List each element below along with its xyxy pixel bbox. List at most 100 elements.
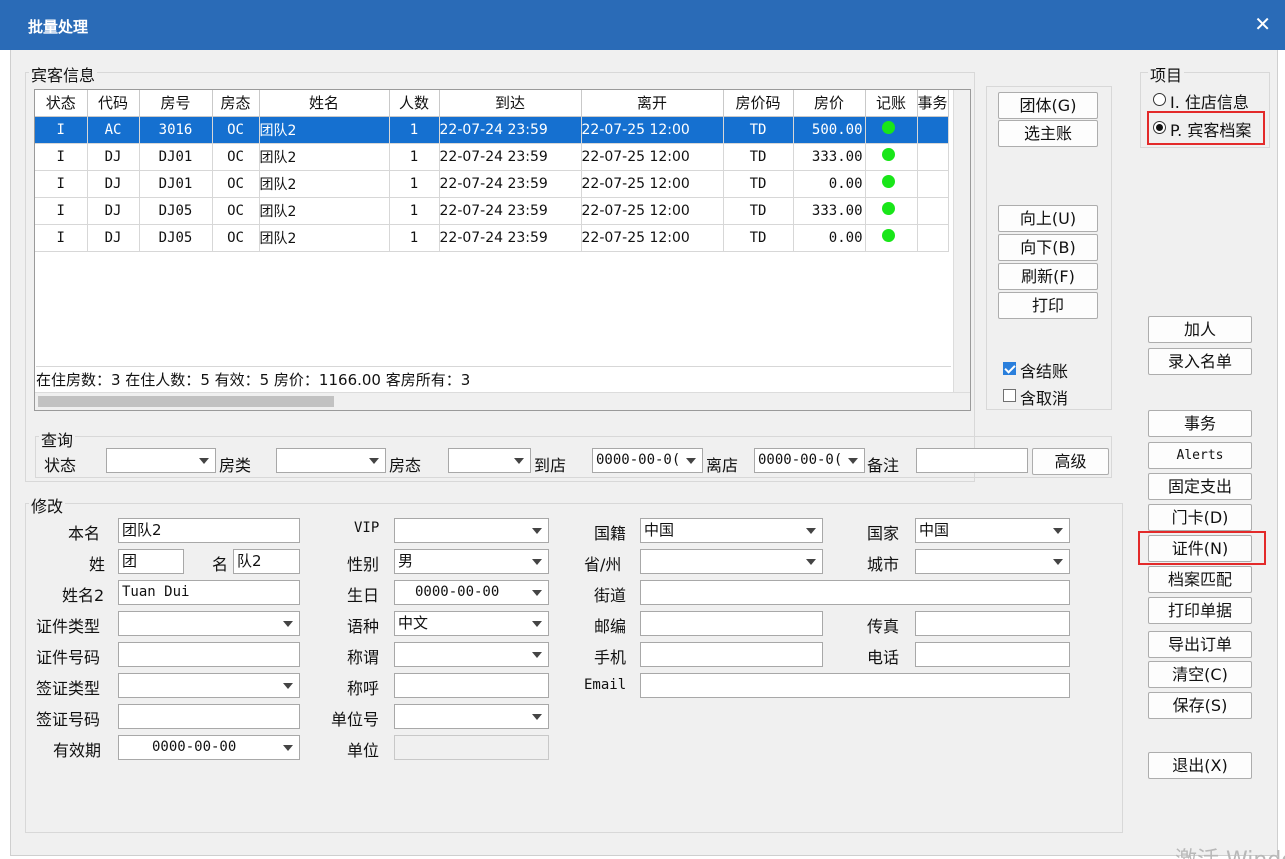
cell-depart: 22-07-25 12:00 (581, 224, 724, 252)
surname-input[interactable]: 团 (118, 549, 184, 574)
zip-input[interactable] (640, 611, 823, 636)
refresh-button[interactable]: 刷新(F) (998, 263, 1098, 290)
column-header[interactable]: 房价码 (723, 90, 794, 117)
query-arrive-date[interactable]: 0000-00-0( (592, 448, 703, 473)
affairs-button[interactable]: 事务 (1148, 410, 1252, 437)
cell-room-status: OC (212, 116, 260, 144)
column-header[interactable]: 代码 (87, 90, 140, 117)
guest-table[interactable]: 状态 代码 房号 房态 姓名 人数 到达 离开 房价码 房价 记账 事务 I AC 3016 OC 团队2 1 2… (34, 89, 971, 411)
email-input[interactable] (640, 673, 1070, 698)
street-input[interactable] (640, 580, 1070, 605)
column-header[interactable]: 房价 (793, 90, 866, 117)
vip-select[interactable] (394, 518, 549, 543)
column-header[interactable]: 状态 (35, 90, 88, 117)
move-down-button[interactable]: 向下(B) (998, 234, 1098, 261)
country-select[interactable]: 中国 (915, 518, 1070, 543)
include-checkout-label: 含结账 (1020, 362, 1069, 381)
table-row[interactable]: I DJ DJ01 OC 团队2 1 22-07-24 23:59 22-07-25 12:0… (35, 143, 949, 171)
column-header[interactable]: 到达 (439, 90, 582, 117)
gender-select[interactable]: 男 (394, 549, 549, 574)
advanced-button[interactable]: 高级 (1032, 448, 1109, 475)
chevron-down-icon (283, 683, 293, 689)
cell-posting (865, 197, 918, 225)
city-select[interactable] (915, 549, 1070, 574)
include-checkout-checkbox[interactable] (1003, 362, 1016, 375)
query-depart-date[interactable]: 0000-00-0( (754, 448, 865, 473)
include-cancel-checkbox[interactable] (1003, 389, 1016, 402)
column-header[interactable]: 记账 (865, 90, 918, 117)
name-label: 本名 (68, 524, 101, 543)
query-room-type-select[interactable] (276, 448, 386, 473)
name-input[interactable]: 团队2 (118, 518, 300, 543)
query-status-select[interactable] (106, 448, 216, 473)
export-order-button[interactable]: 导出订单 (1148, 631, 1252, 658)
query-room-status-label: 房态 (389, 456, 422, 475)
cell-rate-code: TD (723, 197, 794, 225)
close-icon[interactable]: ✕ (1254, 12, 1271, 36)
unit-number-select[interactable] (394, 704, 549, 729)
stay-info-label[interactable]: I. 住店信息 (1170, 89, 1249, 113)
birthday-value: 0000-00-00 (415, 584, 500, 600)
table-row[interactable]: I DJ DJ05 OC 团队2 1 22-07-24 23:59 22-07-25 12:0… (35, 224, 949, 252)
title-select[interactable] (394, 642, 549, 667)
add-person-button[interactable]: 加人 (1148, 316, 1252, 343)
cell-arrive: 22-07-24 23:59 (439, 116, 582, 144)
clear-button[interactable]: 清空(C) (1148, 661, 1252, 688)
visa-number-input[interactable] (118, 704, 300, 729)
fax-input[interactable] (915, 611, 1070, 636)
cell-name: 团队2 (259, 197, 390, 225)
valid-until-date[interactable]: 0000-00-00 (118, 735, 300, 760)
print-receipt-button[interactable]: 打印单据 (1148, 597, 1252, 624)
id-number-input[interactable] (118, 642, 300, 667)
column-header[interactable]: 人数 (389, 90, 440, 117)
column-header[interactable]: 姓名 (259, 90, 390, 117)
query-room-status-select[interactable] (448, 448, 531, 473)
guest-table-grid[interactable]: 状态 代码 房号 房态 姓名 人数 到达 离开 房价码 房价 记账 事务 I AC 3016 OC 团队2 1 2… (35, 90, 949, 252)
id-type-select[interactable] (118, 611, 300, 636)
nationality-value: 中国 (644, 521, 675, 539)
fixed-charge-button[interactable]: 固定支出 (1148, 473, 1252, 500)
move-up-button[interactable]: 向上(U) (998, 205, 1098, 232)
chevron-down-icon (1053, 559, 1063, 565)
name2-input[interactable]: Tuan Dui (118, 580, 300, 605)
alerts-button[interactable]: Alerts (1148, 442, 1252, 469)
stay-info-radio[interactable] (1153, 93, 1166, 106)
cell-room: DJ01 (139, 143, 213, 171)
column-header[interactable]: 房态 (212, 90, 260, 117)
title-bar: 批量处理 ✕ (0, 0, 1285, 50)
cell-code: DJ (87, 170, 140, 198)
print-button[interactable]: 打印 (998, 292, 1098, 319)
table-row[interactable]: I DJ DJ01 OC 团队2 1 22-07-24 23:59 22-07-25 12:0… (35, 170, 949, 198)
mobile-input[interactable] (640, 642, 823, 667)
phone-input[interactable] (915, 642, 1070, 667)
table-row[interactable]: I AC 3016 OC 团队2 1 22-07-24 23:59 22-07-25 12:0… (35, 116, 949, 144)
birthday-date[interactable]: 0000-00-00 (394, 580, 549, 605)
enter-list-button[interactable]: 录入名单 (1148, 348, 1252, 375)
valid-until-label: 有效期 (53, 741, 102, 760)
select-main-account-button[interactable]: 选主账 (998, 120, 1098, 147)
scrollbar-thumb[interactable] (38, 396, 334, 407)
door-card-button[interactable]: 门卡(D) (1148, 504, 1252, 531)
query-remark-input[interactable] (916, 448, 1028, 473)
visa-type-select[interactable] (118, 673, 300, 698)
language-select[interactable]: 中文 (394, 611, 549, 636)
profile-match-button[interactable]: 档案匹配 (1148, 566, 1252, 593)
column-header[interactable]: 事务 (917, 90, 949, 117)
nationality-select[interactable]: 中国 (640, 518, 823, 543)
cell-posting (865, 170, 918, 198)
given-name-label: 名 (212, 555, 229, 574)
column-header[interactable]: 离开 (581, 90, 724, 117)
group-button[interactable]: 团体(G) (998, 92, 1098, 119)
fax-label: 传真 (867, 617, 900, 636)
unit-label: 单位 (347, 741, 380, 760)
exit-button[interactable]: 退出(X) (1148, 752, 1252, 779)
table-vertical-scrollbar[interactable] (953, 90, 970, 392)
table-summary: 在住房数：3 在住人数：5 有效：5 房价：1166.00 客房所有：3 (36, 366, 951, 392)
cell-name: 团队2 (259, 116, 390, 144)
table-row[interactable]: I DJ DJ05 OC 团队2 1 22-07-24 23:59 22-07-25 12:0… (35, 197, 949, 225)
save-button[interactable]: 保存(S) (1148, 692, 1252, 719)
province-select[interactable] (640, 549, 823, 574)
salutation-input[interactable] (394, 673, 549, 698)
given-name-input[interactable]: 队2 (233, 549, 300, 574)
column-header[interactable]: 房号 (139, 90, 213, 117)
